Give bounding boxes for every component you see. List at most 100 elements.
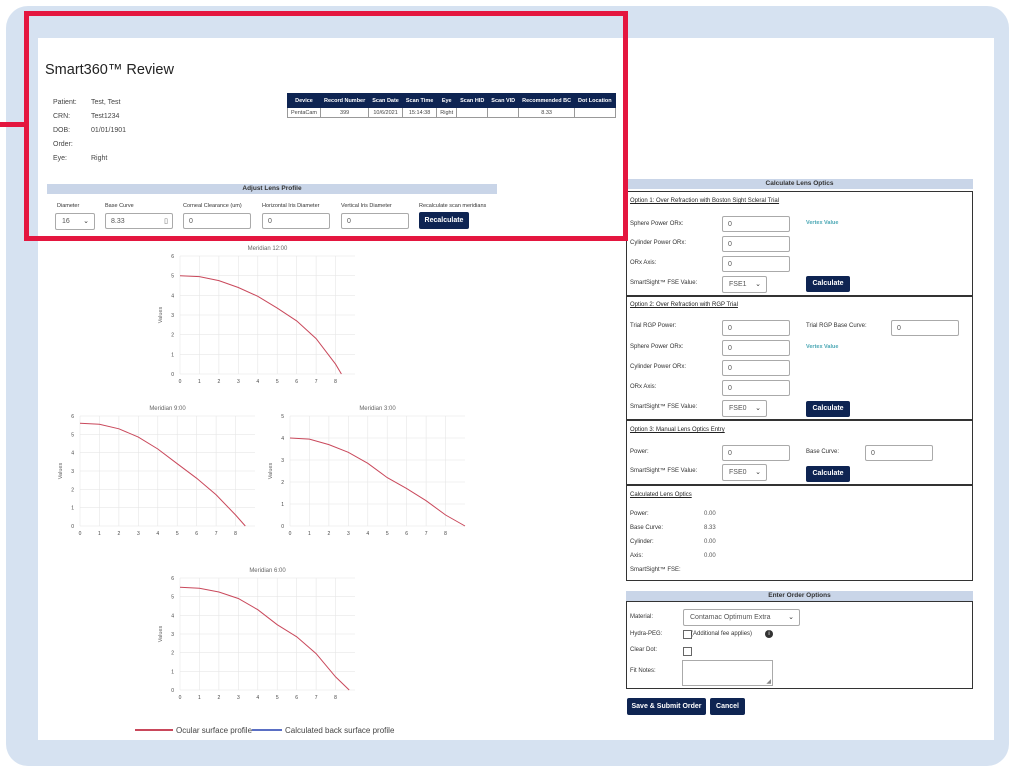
y-tick-label: 6 <box>171 576 174 582</box>
y-tick-label: 3 <box>171 313 174 319</box>
x-tick-label: 1 <box>198 695 201 701</box>
x-tick-label: 2 <box>327 531 330 537</box>
option2-section <box>626 296 973 420</box>
th-scan-date: Scan Date <box>368 93 403 108</box>
fit-notes-label: Fit Notes: <box>630 668 656 674</box>
th-recommended-bc: Recommended BC <box>518 93 576 108</box>
scan-table: Device Record Number Scan Date Scan Time… <box>287 93 616 118</box>
table-row[interactable]: PentaCam 399 10/6/2021 15:14:38 Right 8.… <box>287 107 616 118</box>
th-scan-vid: Scan VID <box>487 93 520 108</box>
y-tick-label: 2 <box>171 651 174 657</box>
opt1-fse-select[interactable]: FSE1 ⌄ <box>722 276 767 293</box>
x-tick-label: 4 <box>256 695 259 701</box>
cell-recommended-bc: 8.33 <box>518 107 576 118</box>
y-tick-label: 3 <box>71 469 74 475</box>
adjust-lens-profile-header: Adjust Lens Profile <box>47 184 497 194</box>
base-curve-input[interactable]: 8.33 ▯ <box>105 213 173 229</box>
stepper-icon[interactable]: ▯ <box>164 214 168 229</box>
opt2-sphere-input[interactable]: 0 <box>722 340 790 356</box>
opt2-calculate-button[interactable]: Calculate <box>806 401 850 417</box>
opt1-fse-label: SmartSight™ FSE Value: <box>630 280 698 286</box>
dob-value: 01/01/1901 <box>91 127 127 134</box>
opt2-trial-input[interactable]: 0 <box>722 320 790 336</box>
th-dot-location: Dot Location <box>574 93 616 108</box>
diameter-select-value: 16 <box>62 218 70 225</box>
opt1-sphere-input[interactable]: 0 <box>722 216 790 232</box>
save-submit-order-button[interactable]: Save & Submit Order <box>627 698 706 715</box>
hydra-peg-label: Hydra-PEG: <box>630 631 663 637</box>
info-icon[interactable]: i <box>765 630 773 638</box>
opt1-axis-input[interactable]: 0 <box>722 256 790 272</box>
opt3-fse-select[interactable]: FSE0 ⌄ <box>722 464 767 481</box>
x-tick-label: 8 <box>334 695 337 701</box>
opt3-bc-input[interactable]: 0 <box>865 445 933 461</box>
result-cyl-label: Cylinder: <box>630 539 654 545</box>
x-tick-label: 5 <box>386 531 389 537</box>
meridian-charts: Meridian 12:00 0 1 2 3 4 5 6 0 1 2 3 4 5 6 7 8 Values Meri… <box>58 246 466 735</box>
x-tick-label: 8 <box>334 379 337 385</box>
x-tick-label: 2 <box>217 695 220 701</box>
y-tick-label: 4 <box>71 451 74 457</box>
y-tick-label: 5 <box>71 432 74 438</box>
opt1-fse-value: FSE1 <box>729 281 747 288</box>
cell-eye: Right <box>436 107 458 118</box>
corneal-clearance-input[interactable]: 0 <box>183 213 251 229</box>
y-tick-label: 1 <box>71 506 74 512</box>
x-tick-label: 1 <box>308 531 311 537</box>
x-tick-label: 0 <box>179 695 182 701</box>
opt3-power-input[interactable]: 0 <box>722 445 790 461</box>
diameter-select[interactable]: 16 ⌄ <box>55 213 95 230</box>
recalculate-button[interactable]: Recalculate <box>419 212 469 229</box>
order-options-header: Enter Order Options <box>626 591 973 601</box>
series-line <box>179 275 342 375</box>
opt1-calculate-button[interactable]: Calculate <box>806 276 850 292</box>
vertical-iris-input[interactable]: 0 <box>341 213 409 229</box>
opt2-trial-bc-input[interactable]: 0 <box>891 320 959 336</box>
corneal-clearance-label: Corneal Clearance (um) <box>183 203 242 209</box>
opt2-cylinder-input[interactable]: 0 <box>722 360 790 376</box>
chart-title: Meridian 6:00 <box>249 568 286 574</box>
x-tick-label: 4 <box>256 379 259 385</box>
th-device: Device <box>287 93 321 108</box>
opt1-cylinder-input[interactable]: 0 <box>722 236 790 252</box>
chevron-down-icon: ⌄ <box>755 405 761 412</box>
resize-handle-icon[interactable]: ◢ <box>766 678 771 685</box>
opt2-vertex-value: Vertex Value <box>806 344 839 350</box>
y-tick-label: 1 <box>171 352 174 358</box>
scan-table-header: Device Record Number Scan Date Scan Time… <box>287 93 616 108</box>
chart-title: Meridian 12:00 <box>248 246 288 252</box>
option2-heading: Option 2: Over Refraction with RGP Trial <box>630 302 738 308</box>
y-tick-label: 4 <box>281 436 284 442</box>
cell-scan-vid <box>487 107 520 118</box>
y-tick-label: 6 <box>171 254 174 260</box>
material-select[interactable]: Contamac Optimum Extra ⌄ <box>683 609 800 626</box>
opt1-vertex-value: Vertex Value <box>806 220 839 226</box>
opt2-trial-bc-label: Trial RGP Base Curve: <box>806 323 867 329</box>
opt3-fse-value: FSE0 <box>729 469 747 476</box>
x-tick-label: 8 <box>234 531 237 537</box>
x-tick-label: 6 <box>405 531 408 537</box>
y-axis-label: Values <box>268 463 274 480</box>
opt2-trial-label: Trial RGP Power: <box>630 323 677 329</box>
opt2-axis-input[interactable]: 0 <box>722 380 790 396</box>
series-line <box>179 586 350 691</box>
cancel-button[interactable]: Cancel <box>710 698 745 715</box>
x-tick-label: 3 <box>237 695 240 701</box>
option3-heading: Option 3: Manual Lens Optics Entry <box>630 427 725 433</box>
opt3-bc-label: Base Curve: <box>806 449 840 455</box>
clear-dot-checkbox[interactable] <box>683 647 692 656</box>
base-curve-value: 8.33 <box>111 218 125 225</box>
material-label: Material: <box>630 614 654 620</box>
opt2-fse-select[interactable]: FSE0 ⌄ <box>722 400 767 417</box>
x-tick-label: 0 <box>79 531 82 537</box>
y-tick-label: 6 <box>71 414 74 420</box>
y-tick-label: 0 <box>281 524 284 530</box>
x-tick-label: 7 <box>315 379 318 385</box>
fit-notes-textarea[interactable]: ◢ <box>682 660 773 686</box>
x-tick-label: 3 <box>137 531 140 537</box>
result-power-value: 0.00 <box>704 511 716 517</box>
cell-dot-location <box>574 107 616 118</box>
opt3-calculate-button[interactable]: Calculate <box>806 466 850 482</box>
y-tick-label: 2 <box>171 333 174 339</box>
horizontal-iris-input[interactable]: 0 <box>262 213 330 229</box>
